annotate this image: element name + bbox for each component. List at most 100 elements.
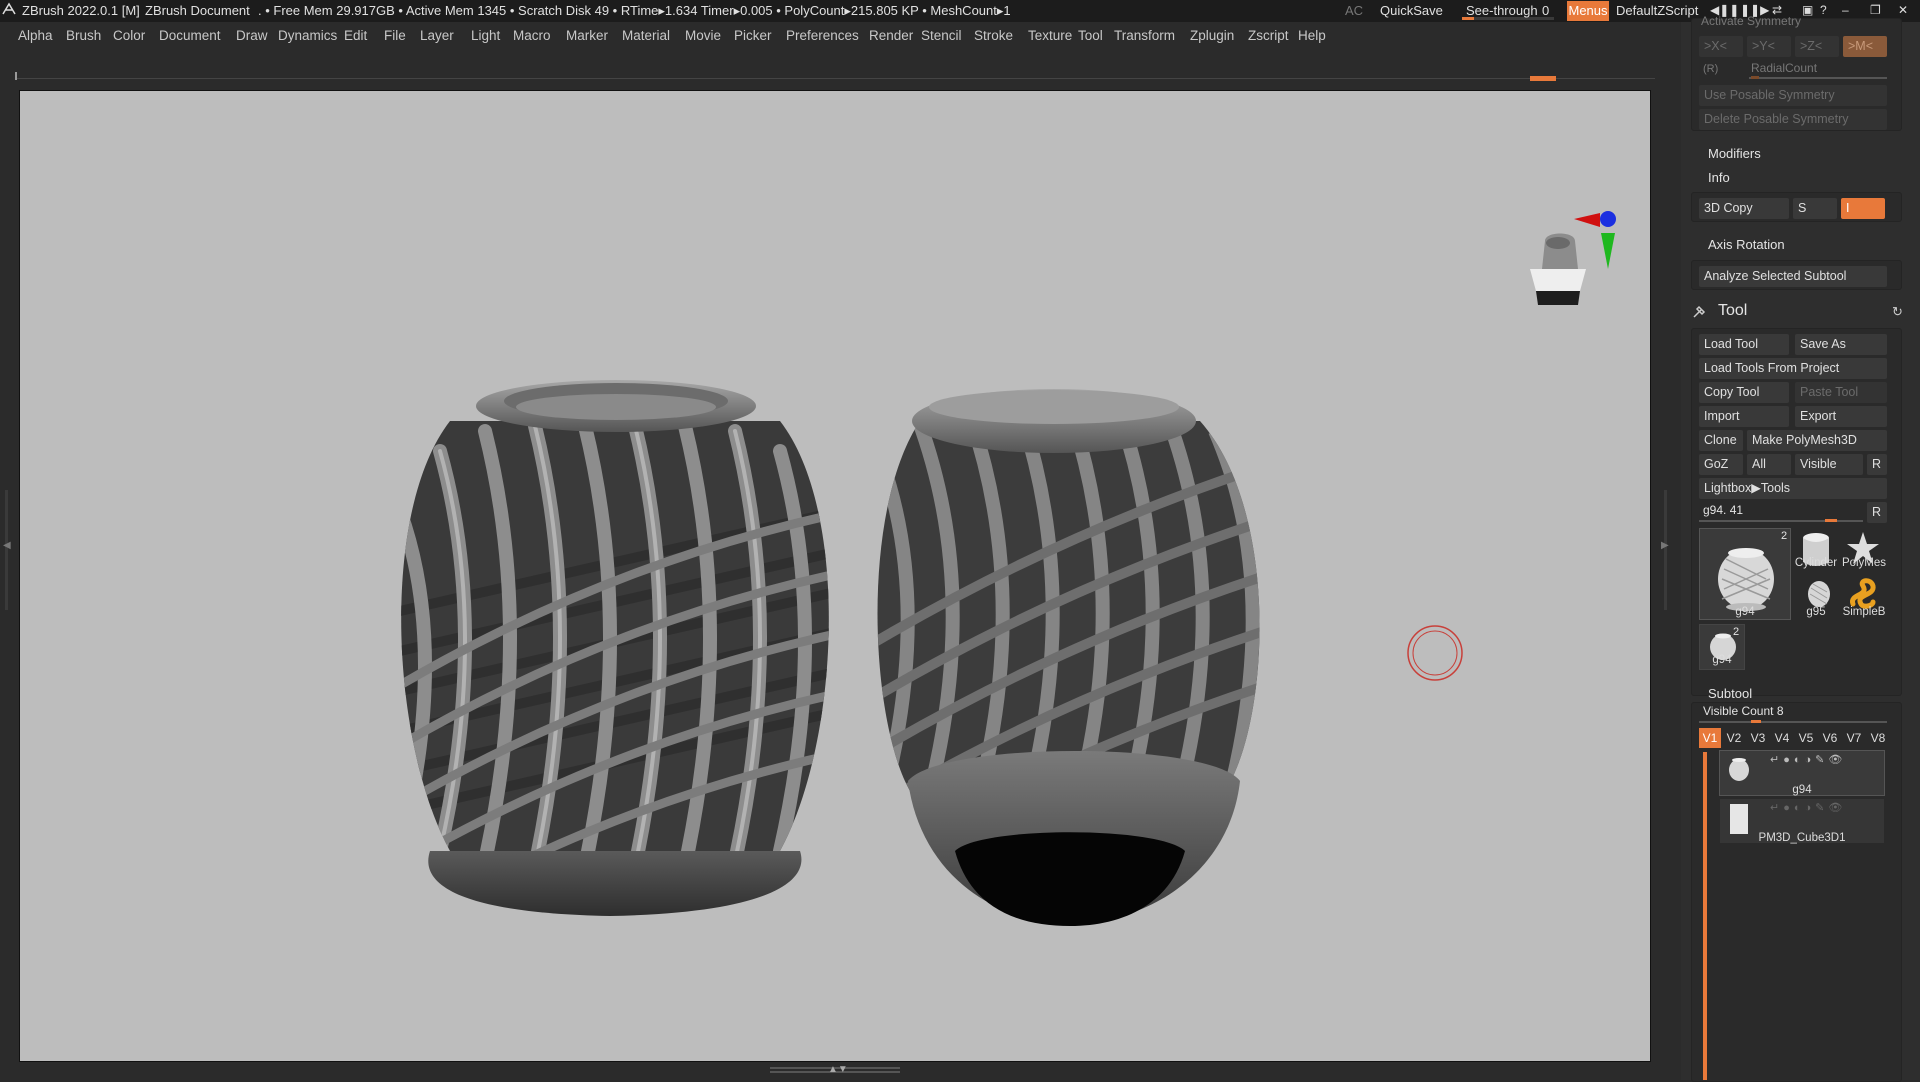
menu-item-stroke[interactable]: Stroke <box>974 28 1013 43</box>
radial-r-label[interactable]: (R) <box>1703 63 1718 75</box>
subtool-tool-icons[interactable]: ↵●◐◑✎👁 <box>1770 801 1846 814</box>
symmetry-x-button[interactable]: >X< <box>1699 36 1743 57</box>
subtool-tool-icons[interactable]: ↵●◐◑✎👁 <box>1770 753 1846 766</box>
tool-thumb-label: g95 <box>1806 606 1826 618</box>
menu-item-material[interactable]: Material <box>622 28 670 43</box>
main-menu-bar: Alpha Brush Color Document Draw Dynamics Edit F… <box>0 22 1680 50</box>
analyze-selected-subtool-button[interactable]: Analyze Selected Subtool <box>1699 266 1887 287</box>
subtool-tab-v2[interactable]: V2 <box>1723 728 1745 748</box>
quicksave-button[interactable]: QuickSave <box>1380 3 1443 18</box>
tool-thumb-badge: 2 <box>1781 530 1788 542</box>
menu-item-marker[interactable]: Marker <box>566 28 608 43</box>
left-tray: ◀ <box>0 90 19 1080</box>
menu-item-document[interactable]: Document <box>159 28 221 43</box>
activate-symmetry-button[interactable]: Activate Symmetry <box>1701 14 1801 28</box>
current-tool-r-button[interactable]: R <box>1867 502 1887 523</box>
ac-label[interactable]: AC <box>1345 3 1363 18</box>
brush-cursor <box>1407 625 1463 681</box>
export-button[interactable]: Export <box>1795 406 1887 427</box>
menu-item-zscript[interactable]: Zscript <box>1248 28 1289 43</box>
menu-item-macro[interactable]: Macro <box>513 28 551 43</box>
minimize-icon[interactable]: – <box>1842 3 1849 17</box>
current-tool-slider[interactable]: g94. 41 <box>1703 503 1743 517</box>
3d-copy-button[interactable]: 3D Copy <box>1699 198 1789 219</box>
left-vase-model[interactable] <box>390 380 850 931</box>
menu-item-dynamics[interactable]: Dynamics <box>278 28 337 43</box>
see-through-value: 0 <box>1542 3 1550 18</box>
use-posable-symmetry-button[interactable]: Use Posable Symmetry <box>1699 85 1887 106</box>
menu-item-color[interactable]: Color <box>113 28 145 43</box>
subtool-visibility-tabs: V1 V2 V3 V4 V5 V6 V7 V8 <box>1699 728 1889 748</box>
refresh-icon[interactable]: ↻ <box>1892 304 1903 320</box>
info-header[interactable]: Info <box>1708 170 1730 185</box>
restore-icon[interactable]: ❐ <box>1870 3 1881 17</box>
load-tool-button[interactable]: Load Tool <box>1699 334 1789 355</box>
menu-item-help[interactable]: Help <box>1298 28 1326 43</box>
goz-r-button[interactable]: R <box>1867 454 1887 475</box>
delete-posable-symmetry-button[interactable]: Delete Posable Symmetry <box>1699 109 1887 130</box>
status-stats: . • Free Mem 29.917GB • Active Mem 1345 … <box>258 3 1011 18</box>
goz-button[interactable]: GoZ <box>1699 454 1743 475</box>
copy-tool-button[interactable]: Copy Tool <box>1699 382 1789 403</box>
tool-thumb-badge: 2 <box>1733 626 1740 638</box>
subtool-tab-v4[interactable]: V4 <box>1771 728 1793 748</box>
make-polymesh3d-button[interactable]: Make PolyMesh3D <box>1747 430 1887 451</box>
right-tray-handle[interactable]: ▶ <box>1651 90 1681 1080</box>
visible-count-slider[interactable]: Visible Count 8 <box>1703 704 1784 718</box>
window-layout-icon[interactable]: ▣ <box>1802 3 1813 17</box>
menus-button[interactable]: Menus <box>1567 1 1609 21</box>
menu-item-edit[interactable]: Edit <box>344 28 367 43</box>
help-icon[interactable]: ? <box>1820 3 1827 17</box>
subtool-tab-v8[interactable]: V8 <box>1867 728 1889 748</box>
subtool-name: g94 <box>1792 784 1812 796</box>
menu-item-light[interactable]: Light <box>471 28 500 43</box>
subtool-tab-v7[interactable]: V7 <box>1843 728 1865 748</box>
navigation-gizmo-icon[interactable] <box>1530 211 1616 305</box>
save-as-button[interactable]: Save As <box>1795 334 1887 355</box>
goz-visible-button[interactable]: Visible <box>1795 454 1863 475</box>
menu-item-brush[interactable]: Brush <box>66 28 101 43</box>
close-icon[interactable]: ✕ <box>1898 3 1908 17</box>
tool-palette-title[interactable]: Tool <box>1718 302 1747 320</box>
goz-all-button[interactable]: All <box>1747 454 1791 475</box>
subtool-tab-v6[interactable]: V6 <box>1819 728 1841 748</box>
lightbox-tools-button[interactable]: Lightbox▶Tools <box>1699 478 1887 499</box>
menu-item-preferences[interactable]: Preferences <box>786 28 859 43</box>
tool-thumb-label: PolyMes <box>1841 557 1887 569</box>
subtool-scroll-bar[interactable] <box>1703 752 1707 1080</box>
modifiers-header[interactable]: Modifiers <box>1708 146 1761 161</box>
viewport-canvas[interactable] <box>19 90 1651 1062</box>
menu-item-stencil[interactable]: Stencil <box>921 28 962 43</box>
symmetry-m-button[interactable]: >M< <box>1843 36 1887 57</box>
clone-button[interactable]: Clone <box>1699 430 1743 451</box>
menu-item-file[interactable]: File <box>384 28 406 43</box>
right-vase-model[interactable] <box>860 389 1280 926</box>
menu-item-render[interactable]: Render <box>869 28 913 43</box>
menu-item-zplugin[interactable]: Zplugin <box>1190 28 1234 43</box>
subtool-tab-v5[interactable]: V5 <box>1795 728 1817 748</box>
3d-copy-input[interactable]: I <box>1841 198 1885 219</box>
menu-item-layer[interactable]: Layer <box>420 28 454 43</box>
import-button[interactable]: Import <box>1699 406 1789 427</box>
menu-item-draw[interactable]: Draw <box>236 28 268 43</box>
tool-hammer-icon <box>1691 304 1707 323</box>
shelf-marker[interactable] <box>1530 76 1556 81</box>
subtool-tab-v3[interactable]: V3 <box>1747 728 1769 748</box>
menu-item-alpha[interactable]: Alpha <box>18 28 53 43</box>
menu-item-movie[interactable]: Movie <box>685 28 721 43</box>
load-tools-from-project-button[interactable]: Load Tools From Project <box>1699 358 1887 379</box>
menu-item-picker[interactable]: Picker <box>734 28 772 43</box>
menu-item-tool[interactable]: Tool <box>1078 28 1103 43</box>
axis-rotation-header[interactable]: Axis Rotation <box>1708 237 1785 252</box>
paste-tool-button[interactable]: Paste Tool <box>1795 382 1887 403</box>
symmetry-y-button[interactable]: >Y< <box>1747 36 1791 57</box>
3d-copy-s-field[interactable]: S <box>1793 198 1837 219</box>
menu-item-transform[interactable]: Transform <box>1114 28 1175 43</box>
default-zscript-button[interactable]: DefaultZScript <box>1616 3 1698 18</box>
symmetry-z-button[interactable]: >Z< <box>1795 36 1839 57</box>
menu-item-texture[interactable]: Texture <box>1028 28 1072 43</box>
radial-count-slider[interactable]: RadialCount <box>1751 61 1817 75</box>
title-bar: ZBrush 2022.0.1 [M] ZBrush Document . • … <box>0 0 1920 22</box>
subtool-tab-v1[interactable]: V1 <box>1699 728 1721 748</box>
subtool-header[interactable]: Subtool <box>1708 686 1752 701</box>
